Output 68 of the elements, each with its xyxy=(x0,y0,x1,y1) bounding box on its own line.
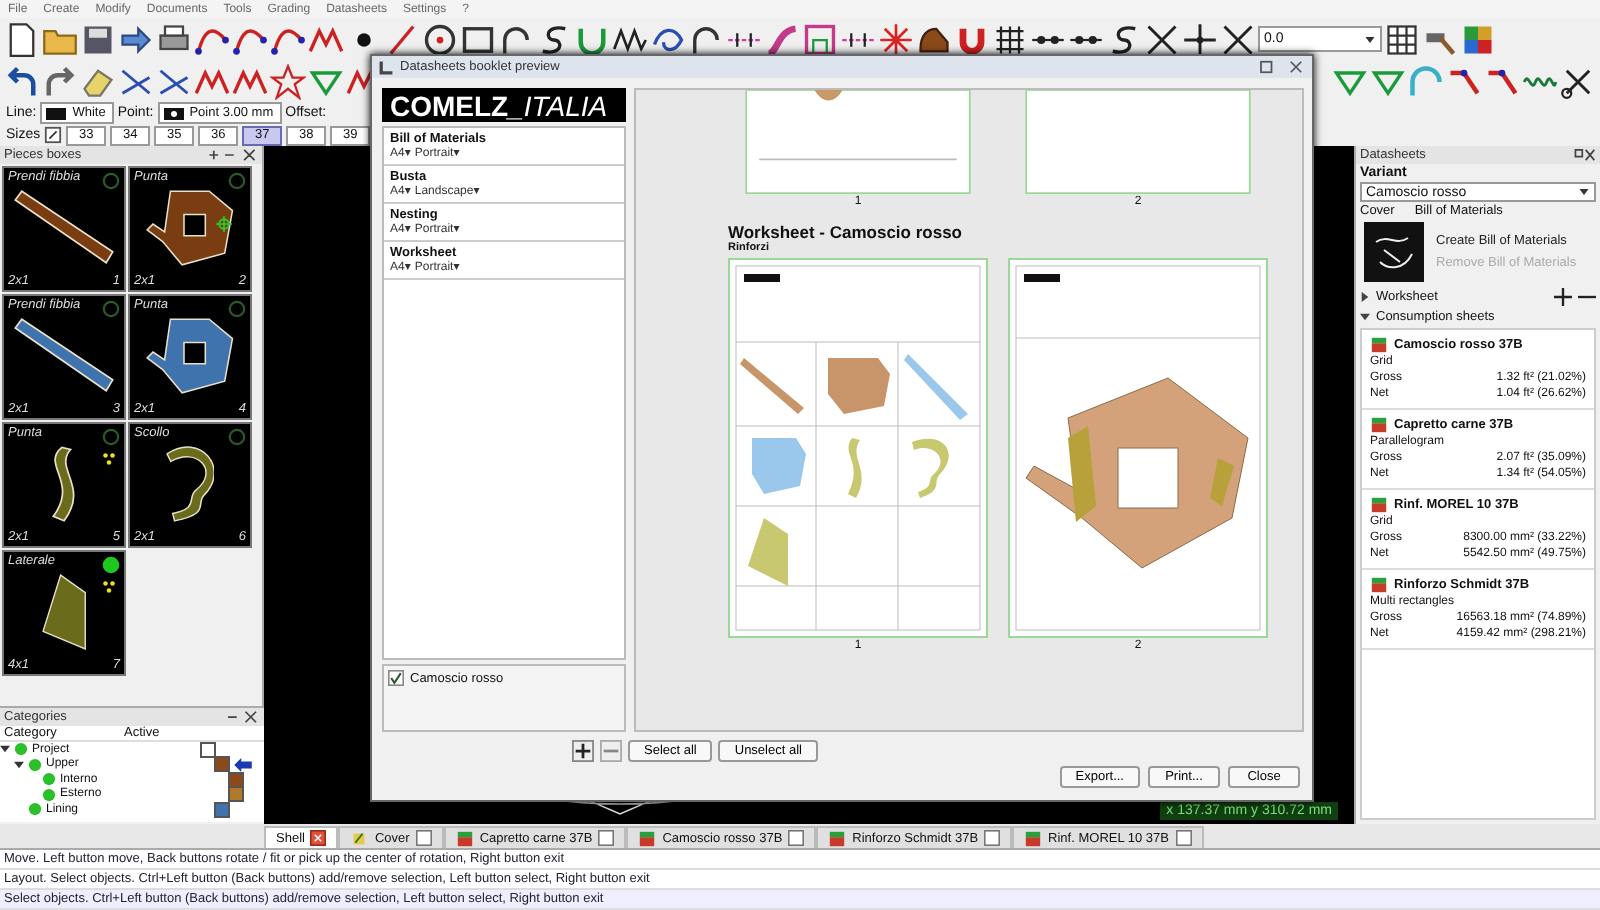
material-icon xyxy=(1370,576,1388,594)
table-icon[interactable] xyxy=(1384,21,1420,57)
grid-icon[interactable] xyxy=(992,21,1028,57)
checkbox[interactable] xyxy=(984,830,1001,846)
active-swatch[interactable] xyxy=(228,786,244,803)
bend-icon[interactable] xyxy=(764,21,800,57)
cross-icon[interactable] xyxy=(1220,21,1256,57)
active-swatch[interactable] xyxy=(214,756,230,773)
crosshair-icon[interactable] xyxy=(1182,21,1218,57)
arc-icon[interactable] xyxy=(498,21,534,57)
close-icon[interactable] xyxy=(310,830,327,846)
zigzag-icon[interactable] xyxy=(612,21,648,57)
piece-drawing xyxy=(52,446,76,522)
brand-logo: COMELZ_ITALIA xyxy=(382,88,626,122)
cover-icon xyxy=(350,829,369,847)
panel-controls-icon[interactable] xyxy=(1572,148,1596,162)
arc-icon[interactable] xyxy=(688,21,724,57)
material-icon xyxy=(1370,416,1388,434)
active-swatch[interactable] xyxy=(228,771,244,788)
frame-icon[interactable] xyxy=(802,21,838,57)
material-icon xyxy=(1370,496,1388,514)
material-icon xyxy=(1370,336,1388,354)
save-icon[interactable] xyxy=(80,21,116,57)
color-grid-icon[interactable] xyxy=(1460,21,1496,57)
add-icon[interactable] xyxy=(572,740,594,762)
material-icon xyxy=(455,829,474,847)
circle-icon[interactable] xyxy=(422,21,458,57)
panel-controls-icon[interactable] xyxy=(224,710,260,724)
caret-icon xyxy=(1578,186,1590,198)
star-burst-icon[interactable] xyxy=(878,21,914,57)
piece-drawing xyxy=(14,318,114,393)
expand-toggle-icon[interactable] xyxy=(14,759,24,770)
piece-drawing xyxy=(146,190,234,266)
material-icon xyxy=(828,829,847,847)
caret-icon xyxy=(1364,33,1376,45)
star-icon[interactable] xyxy=(270,63,306,99)
panel-controls-icon[interactable] xyxy=(206,148,258,162)
piece-drawing xyxy=(165,446,215,522)
material-icon xyxy=(638,829,657,847)
line-swatch-icon xyxy=(46,107,67,119)
rectangle-icon[interactable] xyxy=(460,21,496,57)
active-swatch[interactable] xyxy=(214,801,230,818)
add-icon[interactable] xyxy=(1554,288,1572,306)
window-controls-icon[interactable] xyxy=(1258,60,1306,74)
expand-toggle-icon[interactable] xyxy=(1360,292,1370,302)
piece-drawing xyxy=(41,574,87,650)
s-curve-icon[interactable] xyxy=(536,21,572,57)
point-swatch-icon xyxy=(163,107,184,119)
worksheet-heading: Worksheet - Camoscio rosso xyxy=(728,222,964,242)
piece-drawing xyxy=(146,318,234,394)
line-icon[interactable] xyxy=(384,21,420,57)
export-arrow-icon[interactable] xyxy=(118,21,154,57)
checkbox[interactable] xyxy=(788,830,805,846)
material-icon xyxy=(1024,829,1043,847)
piece-drawing xyxy=(14,190,114,265)
redo-arrow-icon[interactable] xyxy=(42,63,78,99)
checkbox[interactable] xyxy=(388,670,404,686)
expand-toggle-icon[interactable] xyxy=(0,744,10,755)
pin-icon[interactable] xyxy=(44,126,63,144)
checkbox[interactable] xyxy=(415,830,432,846)
checkbox[interactable] xyxy=(1175,830,1191,846)
s-curve-icon[interactable] xyxy=(1106,21,1142,57)
checkbox[interactable] xyxy=(598,830,615,846)
undo-arrow-icon[interactable] xyxy=(4,63,40,99)
cross-icon[interactable] xyxy=(1144,21,1180,57)
active-swatch[interactable] xyxy=(200,742,216,758)
cover-thumbnail[interactable] xyxy=(1364,222,1424,282)
expand-toggle-icon[interactable] xyxy=(1360,312,1370,322)
